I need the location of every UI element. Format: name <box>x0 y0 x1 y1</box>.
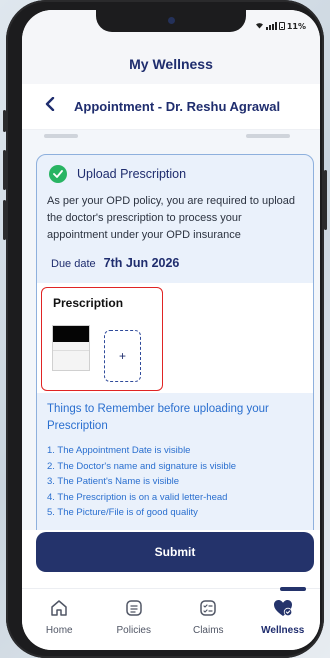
check-circle-icon <box>49 165 67 183</box>
tab-home-label: Home <box>45 625 73 636</box>
prescription-upload-area: Prescription + <box>41 287 163 391</box>
prescription-panel: Prescription + <box>37 283 313 393</box>
due-date-label: Due date <box>51 258 96 270</box>
cut-off-row <box>38 134 304 144</box>
front-camera <box>168 17 175 24</box>
prescription-thumbnail[interactable] <box>52 325 90 371</box>
home-icon <box>48 597 70 619</box>
phone-power-button <box>324 170 327 230</box>
prescription-label: Prescription <box>53 296 124 310</box>
chevron-left-icon <box>45 96 55 116</box>
thumbnail-line <box>53 350 89 351</box>
tab-claims-label: Claims <box>192 625 224 636</box>
plus-icon: + <box>118 349 126 363</box>
phone-side-button <box>3 110 6 132</box>
wellness-heart-icon <box>272 597 294 619</box>
guideline-item: 3. The Patient's Name is visible <box>47 476 180 487</box>
tab-wellness[interactable]: Wellness <box>246 587 321 650</box>
phone-frame: 11% My Wellness Appointment - Dr. Reshu … <box>3 0 327 658</box>
upload-card-header: Upload Prescription <box>37 155 313 183</box>
bottom-tab-bar: Home Policies Claims Wellness <box>22 587 321 650</box>
cut-off-value <box>246 134 290 138</box>
tab-home[interactable]: Home <box>22 589 97 650</box>
signal-icon <box>265 22 277 30</box>
wifi-icon <box>255 21 264 31</box>
scroll-content[interactable]: Upload Prescription As per your OPD poli… <box>22 130 320 530</box>
camera-notch <box>96 10 246 32</box>
app-title: My Wellness <box>129 56 213 72</box>
active-tab-indicator <box>280 587 306 591</box>
back-button[interactable] <box>30 87 70 127</box>
submit-button[interactable]: Submit <box>36 532 314 572</box>
guideline-item: 5. The Picture/File is of good quality <box>47 507 198 518</box>
tab-wellness-label: Wellness <box>261 625 305 636</box>
tab-policies[interactable]: Policies <box>97 589 172 650</box>
guidelines-title: Things to Remember before uploading your… <box>47 403 269 432</box>
upload-prescription-card: Upload Prescription As per your OPD poli… <box>36 154 314 530</box>
cut-off-label <box>44 134 78 138</box>
phone-volume-down-button <box>3 200 6 240</box>
app-bar: My Wellness <box>22 44 320 84</box>
due-date-value: 7th Jun 2026 <box>103 256 180 270</box>
thumbnail-header <box>53 326 89 342</box>
add-prescription-button[interactable]: + <box>104 330 141 382</box>
appointment-header: Appointment - Dr. Reshu Agrawal <box>22 84 320 130</box>
due-date-row: Due date 7th Jun 2026 <box>37 244 313 270</box>
battery-level: 11% <box>286 21 306 31</box>
claims-list-icon <box>197 597 219 619</box>
guideline-item: 4. The Prescription is on a valid letter… <box>47 491 228 503</box>
policy-description: As per your OPD policy, you are required… <box>47 195 296 241</box>
appointment-title: Appointment - Dr. Reshu Agrawal <box>74 99 281 114</box>
submit-area: Submit <box>22 530 320 588</box>
tab-policies-label: Policies <box>116 625 151 636</box>
upload-card-title: Upload Prescription <box>77 167 187 181</box>
guideline-item: 1. The Appointment Date is visible <box>47 445 191 456</box>
tab-claims[interactable]: Claims <box>171 589 246 650</box>
policy-document-icon <box>123 597 145 619</box>
guideline-item: 2. The Doctor's name and signature is vi… <box>47 460 237 472</box>
guidelines-list: 1. The Appointment Date is visible 2. Th… <box>47 443 305 521</box>
status-bar: 11% <box>22 10 320 44</box>
status-indicators: 11% <box>255 21 306 31</box>
phone-volume-up-button <box>3 150 6 190</box>
upload-guidelines: Things to Remember before uploading your… <box>47 401 305 521</box>
battery-icon <box>278 22 285 30</box>
screen: 11% My Wellness Appointment - Dr. Reshu … <box>22 10 320 650</box>
